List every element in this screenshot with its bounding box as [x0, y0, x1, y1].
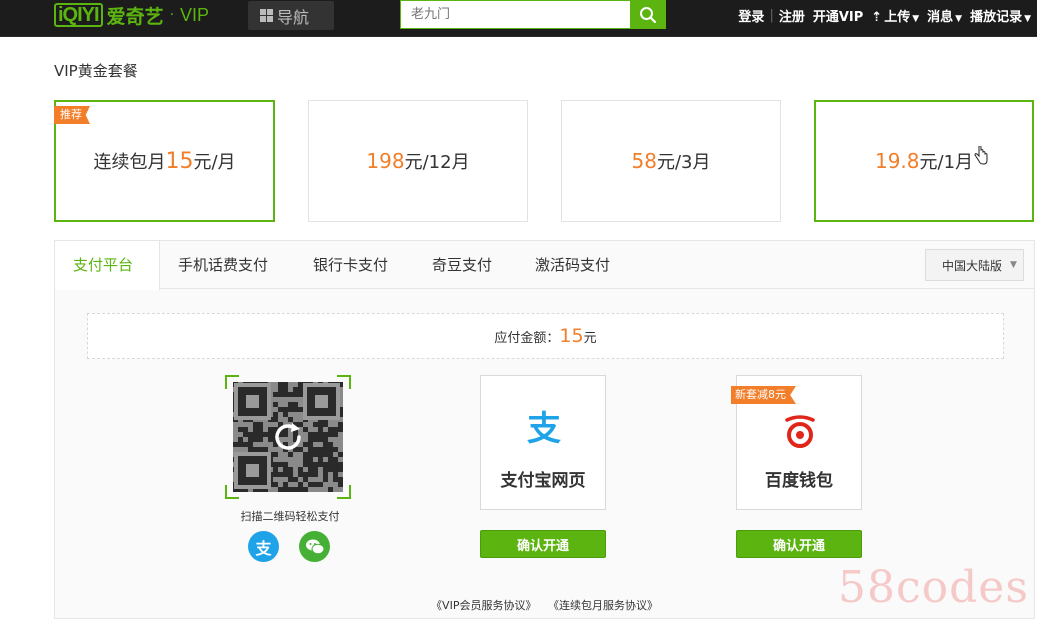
package-option-monthly-auto[interactable]: 推荐 连续包月 15 元/月 [54, 100, 275, 222]
qr-caption: 扫描二维码轻松支付 [240, 510, 340, 523]
qr-code-frame [225, 375, 351, 499]
watermark: 58codes [838, 562, 1029, 613]
tab-mobile-bill[interactable]: 手机话费支付 [160, 241, 286, 289]
package-option-12-months[interactable]: 198 元/12月 [308, 100, 528, 222]
chevron-down-icon: ▼ [955, 13, 963, 24]
upload-menu[interactable]: ⇡ 上传 ▼ [871, 6, 919, 25]
refresh-icon [275, 423, 301, 450]
qr-code [233, 382, 343, 492]
navigation-menu-button[interactable]: 导航 [248, 1, 334, 30]
recommended-badge: 推荐 [54, 106, 90, 124]
confirm-baidu-wallet-button[interactable]: 确认开通 [736, 530, 862, 558]
search-button[interactable] [630, 0, 666, 29]
alipay-logo-icon: 支 [527, 409, 561, 448]
baidu-wallet-label: 百度钱包 [765, 471, 833, 491]
link-divider: | [769, 7, 774, 23]
package-suffix: 元/12月 [404, 152, 470, 173]
package-option-1-month[interactable]: 19.8 元/1月 [814, 100, 1034, 222]
iqiyi-vip-logo[interactable]: iQIYI 爱奇艺 · VIP [54, 0, 209, 30]
amount-due: 应付金额： 15 元 [87, 313, 1004, 359]
tab-payment-platform[interactable]: 支付平台 [55, 241, 160, 290]
vip-service-agreement-link[interactable]: 《VIP会员服务协议》 [431, 599, 536, 612]
baidu-wallet-logo-icon [785, 415, 815, 448]
upload-label: 上传 [884, 9, 911, 25]
package-prefix: 连续包月 [93, 152, 166, 173]
login-link[interactable]: 登录 [738, 6, 764, 25]
refresh-qr-button[interactable] [233, 382, 343, 492]
amount-unit: 元 [583, 330, 597, 346]
tab-qidou[interactable]: 奇豆支付 [414, 241, 510, 289]
chevron-down-icon: ▼ [912, 13, 920, 24]
tab-bank-card[interactable]: 银行卡支付 [295, 241, 406, 289]
alipay-icon: 支 [248, 531, 279, 562]
package-price: 198 [366, 149, 405, 173]
package-option-3-months[interactable]: 58 元/3月 [561, 100, 781, 222]
package-suffix: 元/3月 [656, 152, 711, 173]
alipay-web-label: 支付宝网页 [500, 471, 586, 491]
region-value: 中国大陆版 [942, 258, 1003, 273]
discount-badge: 新套减8元 [731, 386, 796, 404]
chevron-down-icon: ▼ [1024, 13, 1031, 24]
confirm-alipay-button[interactable]: 确认开通 [480, 530, 606, 558]
search-input[interactable] [400, 0, 630, 29]
payment-tabs: 支付平台 手机话费支付 银行卡支付 奇豆支付 激活码支付 中国大陆版 ▼ [55, 241, 1034, 290]
navigation-label: 导航 [277, 7, 310, 27]
register-link[interactable]: 注册 [779, 6, 805, 25]
package-suffix: 元/月 [193, 152, 236, 173]
logo-separator-dot: · [169, 7, 175, 23]
package-section-title: VIP黄金套餐 [54, 62, 138, 80]
chevron-down-icon: ▼ [1010, 260, 1017, 270]
search-box [400, 0, 666, 29]
wechat-pay-icon [299, 531, 330, 562]
package-price: 19.8 [874, 149, 920, 173]
amount-value: 15 [559, 325, 584, 347]
grid-icon [260, 9, 273, 22]
alipay-web-option[interactable]: 支 支付宝网页 [480, 375, 606, 510]
open-vip-link[interactable]: 开通VIP [813, 6, 863, 25]
package-suffix: 元/1月 [919, 152, 974, 173]
region-select[interactable]: 中国大陆版 ▼ [925, 249, 1024, 281]
logo-mark: iQIYI [54, 3, 103, 27]
history-menu[interactable]: 播放记录 ▼ [970, 6, 1031, 25]
user-links: 登录 | 注册 开通VIP ⇡ 上传 ▼ 消息 ▼ 播放记录 ▼ [734, 0, 1035, 30]
tab-activation-code[interactable]: 激活码支付 [517, 241, 628, 289]
messages-label: 消息 [927, 9, 954, 25]
monthly-auto-agreement-link[interactable]: 《连续包月服务协议》 [548, 599, 658, 612]
logo-vip-text: VIP [180, 4, 210, 25]
svg-text:支: 支 [527, 409, 561, 448]
hand-cursor-icon [974, 146, 988, 165]
top-navigation-bar: iQIYI 爱奇艺 · VIP 导航 登录 | 注册 开通VIP ⇡上传▼ 消息… [0, 0, 1037, 37]
amount-label: 应付金额： [494, 330, 560, 346]
messages-menu[interactable]: 消息 ▼ [927, 6, 962, 25]
package-price: 15 [165, 148, 194, 174]
upload-icon: ⇡ [871, 9, 883, 25]
baidu-wallet-option[interactable]: 新套减8元 百度钱包 [731, 375, 862, 510]
history-label: 播放记录 [970, 9, 1023, 25]
search-icon [640, 6, 657, 23]
package-price: 58 [631, 149, 657, 173]
logo-text: 爱奇艺 [106, 5, 164, 28]
